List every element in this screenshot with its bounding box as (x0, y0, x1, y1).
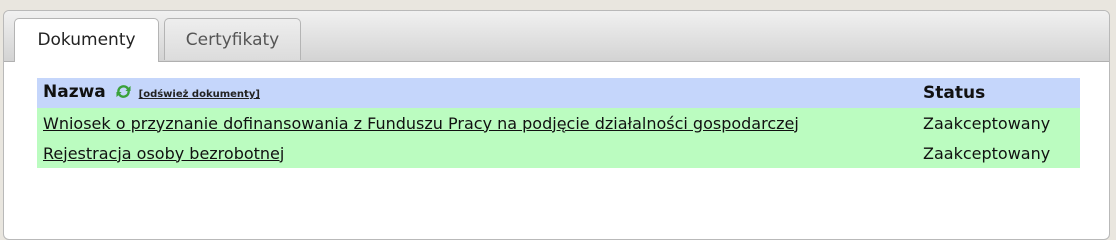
document-status: Zaakceptowany (917, 108, 1080, 138)
document-link[interactable]: Wniosek o przyznanie dofinansowania z Fu… (43, 114, 799, 133)
refresh-documents-link[interactable]: [odśwież dokumenty] (139, 89, 260, 100)
name-column-header: Nazwa [odśwież dokumenty] (37, 78, 917, 108)
tab-documents[interactable]: Dokumenty (14, 18, 159, 62)
document-name-cell: Wniosek o przyznanie dofinansowania z Fu… (37, 108, 917, 138)
document-status: Zaakceptowany (917, 138, 1080, 168)
name-header-label: Nazwa (43, 82, 106, 102)
document-name-cell: Rejestracja osoby bezrobotnej (37, 138, 917, 168)
status-column-header: Status (917, 78, 1080, 108)
documents-table: Nazwa [odśwież dokumenty] Status Wniosek… (37, 78, 1080, 168)
table-row: Wniosek o przyznanie dofinansowania z Fu… (37, 108, 1080, 138)
tab-certificates[interactable]: Certyfikaty (164, 18, 301, 60)
refresh-icon[interactable] (116, 84, 131, 104)
document-link[interactable]: Rejestracja osoby bezrobotnej (43, 144, 284, 163)
tab-bar: Dokumenty Certyfikaty (4, 11, 1109, 62)
table-row: Rejestracja osoby bezrobotnej Zaakceptow… (37, 138, 1080, 168)
table-header-row: Nazwa [odśwież dokumenty] Status (37, 78, 1080, 108)
documents-panel: Dokumenty Certyfikaty Nazwa [odśwież dok (3, 10, 1110, 240)
